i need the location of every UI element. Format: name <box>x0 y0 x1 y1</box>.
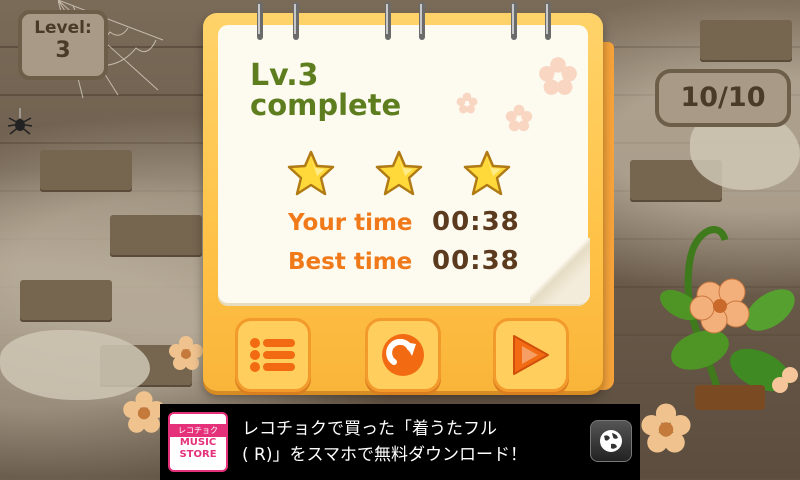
level-number: 3 <box>55 38 71 63</box>
ad-text-line1: レコチョクで買った「着うたフル <box>242 419 497 439</box>
ad-logo: レコチョク MUSIC STORE <box>168 412 228 472</box>
flower-icon <box>641 403 691 453</box>
ad-globe-button[interactable] <box>590 420 632 462</box>
collected-counter: 10/10 <box>655 69 791 127</box>
level-badge: Level: 3 <box>18 10 108 80</box>
ad-banner[interactable]: レコチョク MUSIC STORE レコチョクで買った「着うたフル ( R)」を… <box>160 404 640 480</box>
binder-ring-icon <box>545 2 551 40</box>
wall-brick <box>110 215 202 257</box>
wall-brick <box>40 150 132 192</box>
result-title-complete: complete <box>250 88 402 122</box>
best-time-label: Best time <box>288 249 413 275</box>
star-earned-icon <box>287 150 335 196</box>
binder-ring-icon <box>293 2 299 40</box>
paper-flower-icon <box>456 92 478 114</box>
wall-brick <box>20 280 112 322</box>
wall-brick <box>700 20 792 62</box>
binder-ring-icon <box>385 2 391 40</box>
potted-plant-icon <box>660 226 798 410</box>
binder-ring-icon <box>419 2 425 40</box>
page-curl <box>530 238 590 304</box>
paper-flower-icon <box>539 57 577 95</box>
ad-logo-brand: レコチョク <box>170 423 226 437</box>
star-earned-icon <box>463 150 511 196</box>
globe-icon <box>600 430 622 452</box>
ad-text-line2: ( R)」をスマホで無料ダウンロード！ <box>242 445 527 465</box>
flower-icon <box>169 336 203 370</box>
spider-icon <box>7 108 33 135</box>
list-menu-icon <box>250 338 295 372</box>
retry-arrow-icon <box>382 334 424 376</box>
star-earned-icon <box>375 150 423 196</box>
best-time-value: 00:38 <box>432 246 520 276</box>
ad-logo-line1: MUSIC <box>179 436 217 448</box>
next-level-button[interactable] <box>493 318 569 392</box>
your-time-label: Your time <box>288 210 413 236</box>
paper-flower-icon <box>505 104 533 132</box>
menu-button[interactable] <box>235 318 311 392</box>
binder-ring-icon <box>257 2 263 40</box>
ad-logo-line2: STORE <box>179 448 217 460</box>
your-time-value: 00:38 <box>432 207 520 237</box>
ad-text: レコチョクで買った「着うたフル ( R)」をスマホで無料ダウンロード！ <box>242 416 582 468</box>
next-play-icon <box>513 335 549 375</box>
retry-button[interactable] <box>365 318 441 392</box>
level-label: Level: <box>34 18 92 38</box>
binder-ring-icon <box>511 2 517 40</box>
